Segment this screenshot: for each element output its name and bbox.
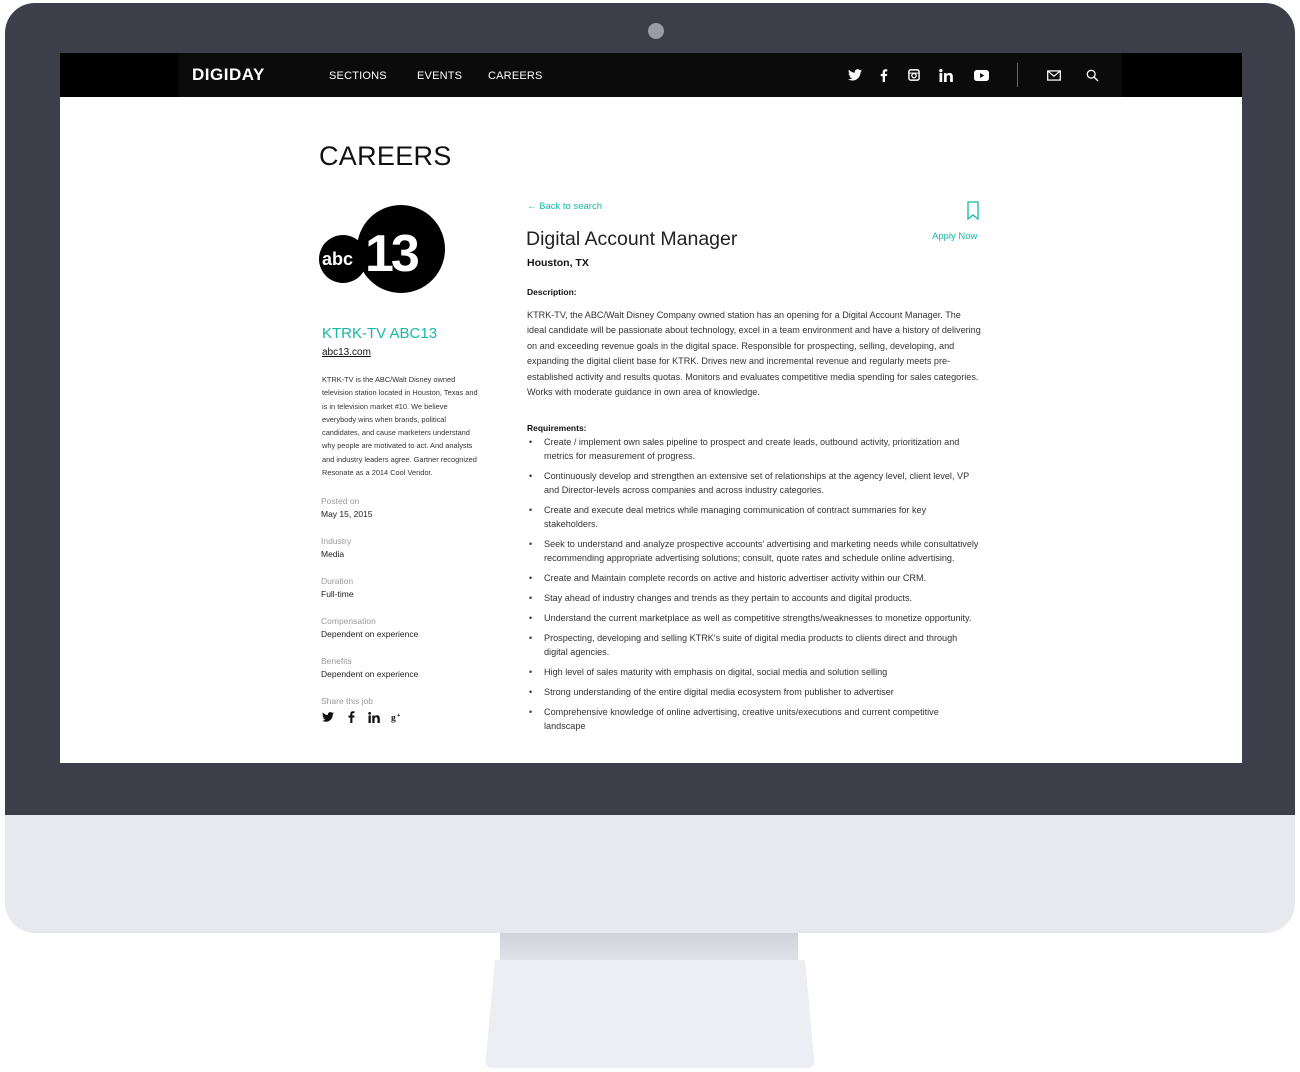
list-item: Comprehensive knowledge of online advert…	[527, 705, 982, 733]
logo-13-text: 13	[365, 225, 419, 283]
company-name: KTRK-TV ABC13	[322, 325, 438, 342]
apply-now-button[interactable]: Apply Now	[932, 231, 977, 242]
list-item: Strong understanding of the entire digit…	[527, 685, 982, 699]
mail-icon[interactable]	[1044, 65, 1064, 85]
arrow-left-icon: ←	[527, 201, 537, 212]
list-item: Create / implement own sales pipeline to…	[527, 435, 982, 463]
page-title: CAREERS	[319, 141, 452, 171]
list-item: Understand the current marketplace as we…	[527, 611, 982, 625]
back-to-search-label: Back to search	[539, 201, 602, 212]
compensation-label: Compensation	[321, 616, 376, 626]
monitor-chin	[5, 815, 1295, 933]
back-to-search-link[interactable]: ← Back to search	[527, 201, 602, 212]
benefits-label: Benefits	[321, 656, 352, 666]
site-logo[interactable]: DIGIDAY	[192, 65, 265, 85]
compensation-value: Dependent on experience	[321, 629, 419, 639]
benefits-value: Dependent on experience	[321, 669, 419, 679]
nav-divider	[1017, 63, 1018, 87]
job-title: Digital Account Manager	[526, 228, 738, 250]
logo-abc-text: abc	[322, 249, 353, 269]
requirements-heading: Requirements:	[527, 423, 587, 433]
company-about: KTRK-TV is the ABC/Walt Disney owned tel…	[322, 375, 478, 478]
industry-label: Industry	[321, 536, 352, 546]
requirements-list: Create / implement own sales pipeline to…	[527, 435, 982, 739]
nav-sections[interactable]: SECTIONS	[329, 70, 387, 82]
list-item: Create and Maintain complete records on …	[527, 571, 982, 585]
svg-text:+: +	[397, 713, 400, 719]
posted-label: Posted on	[321, 496, 360, 506]
description-heading: Description:	[527, 287, 577, 297]
list-item: Stay ahead of industry changes and trend…	[527, 591, 982, 605]
industry-value: Media	[321, 549, 345, 559]
linkedin-icon[interactable]	[368, 711, 380, 723]
job-location: Houston, TX	[527, 257, 589, 269]
camera-icon	[648, 23, 664, 39]
company-url-link[interactable]: abc13.com	[322, 347, 371, 358]
twitter-icon[interactable]	[322, 711, 334, 723]
job-description: KTRK-TV, the ABC/Walt Disney Company own…	[527, 310, 981, 398]
youtube-icon[interactable]	[971, 65, 991, 85]
list-item: High level of sales maturity with emphas…	[527, 665, 982, 679]
instagram-icon[interactable]	[904, 65, 924, 85]
twitter-icon[interactable]	[845, 65, 865, 85]
screen: DIGIDAY SECTIONS EVENTS CAREERS CAREERS	[60, 53, 1242, 763]
share-icons: g +	[322, 711, 403, 723]
posted-value: May 15, 2015	[321, 509, 373, 519]
facebook-icon[interactable]	[345, 711, 357, 723]
duration-value: Full-time	[321, 589, 354, 599]
company-logo: abc 13	[319, 205, 445, 293]
list-item: Prospecting, developing and selling KTRK…	[527, 631, 982, 659]
nav-careers[interactable]: CAREERS	[488, 70, 543, 82]
search-icon[interactable]	[1082, 65, 1102, 85]
google-plus-icon[interactable]: g +	[391, 711, 403, 723]
top-navbar: DIGIDAY SECTIONS EVENTS CAREERS	[60, 53, 1242, 97]
nav-events[interactable]: EVENTS	[417, 70, 462, 82]
svg-text:g: g	[391, 714, 396, 724]
list-item: Seek to understand and analyze prospecti…	[527, 537, 982, 565]
monitor-stand	[485, 960, 815, 1068]
list-item: Create and execute deal metrics while ma…	[527, 503, 982, 531]
facebook-icon[interactable]	[874, 65, 894, 85]
linkedin-icon[interactable]	[936, 65, 956, 85]
duration-label: Duration	[321, 576, 354, 586]
share-label: Share this job	[321, 696, 373, 706]
list-item: Continuously develop and strengthen an e…	[527, 469, 982, 497]
bookmark-icon[interactable]	[966, 201, 980, 221]
